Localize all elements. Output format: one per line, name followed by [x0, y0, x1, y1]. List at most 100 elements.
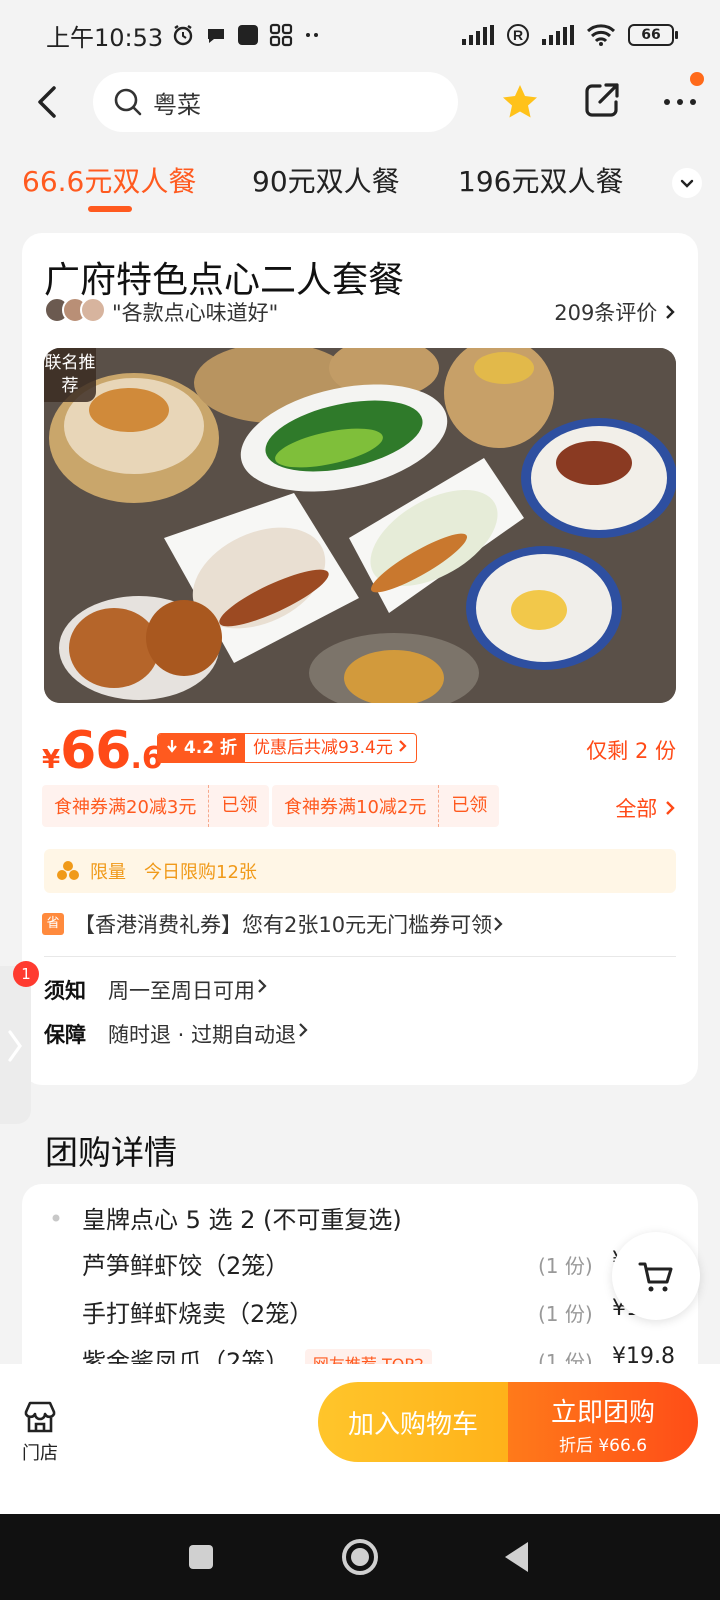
cart-icon	[638, 1262, 673, 1292]
save-icon: 省	[42, 913, 64, 935]
all-coupons-link[interactable]: 全部	[615, 793, 676, 823]
side-drawer-handle[interactable]	[0, 966, 31, 1124]
side-badge: 1	[13, 961, 39, 987]
system-nav-bar	[0, 1514, 720, 1600]
chevron-right-icon	[494, 917, 503, 931]
app-icon	[238, 25, 259, 45]
status-right: R 66	[462, 23, 678, 47]
coupon-label: 食神券满10减2元	[284, 797, 427, 818]
dim-sum-photo	[44, 348, 676, 703]
signal-2-icon	[542, 25, 574, 45]
review-quote: "各款点心味道好"	[112, 301, 279, 325]
buy-now-label: 立即团购	[550, 1398, 655, 1428]
search-icon	[114, 88, 142, 116]
deal-title: 广府特色点心二人套餐	[44, 260, 405, 301]
status-bar: 上午10:53 R 66	[0, 0, 720, 70]
recent-apps-icon[interactable]	[187, 1543, 215, 1571]
price: ¥ 66 .6	[42, 721, 163, 781]
notice-row[interactable]: 须知 周一至周日可用	[44, 975, 269, 1005]
discount-rate: 4.2 折	[158, 734, 245, 762]
buy-now-button[interactable]: 立即团购 折后 ¥66.6	[508, 1382, 698, 1462]
search-query: 粤菜	[153, 90, 201, 119]
detail-item-qty: (1 份)	[538, 1254, 593, 1278]
active-tab-indicator	[88, 206, 132, 212]
tab-90-package[interactable]: 90元双人餐	[252, 160, 400, 200]
chevron-down-icon	[680, 179, 694, 188]
top-nav: 粤菜	[0, 72, 720, 132]
floating-cart-button[interactable]	[612, 1232, 700, 1320]
chevron-right-icon	[666, 305, 675, 319]
review-count: 209条评价	[554, 301, 658, 325]
status-icons	[171, 23, 323, 47]
detail-group-title: 皇牌点心 5 选 2 (不可重复选)	[82, 1206, 402, 1234]
hk-voucher-text: 【香港消费礼券】您有2张10元无门槛券可领	[74, 913, 493, 937]
back-nav-icon[interactable]	[502, 1540, 532, 1574]
chat-icon	[208, 29, 225, 43]
tab-196-package[interactable]: 196元双人餐	[458, 160, 623, 200]
grid-app-icon	[270, 23, 293, 47]
back-icon[interactable]	[28, 82, 68, 122]
reviews-link[interactable]: 209条评价	[554, 297, 676, 327]
bullet-icon	[52, 1214, 60, 1222]
chevron-right-icon	[258, 979, 267, 993]
co-brand-badge: 联名推荐	[44, 348, 96, 402]
coupon-label: 食神券满20减3元	[54, 797, 197, 818]
hk-voucher-row[interactable]: 省 【香港消费礼券】您有2张10元无门槛券可领	[42, 909, 504, 939]
discount-rate-text: 4.2 折	[183, 738, 237, 758]
coupon-status: 已领	[438, 785, 499, 827]
signal-icon	[462, 25, 494, 45]
all-coupons-label: 全部	[615, 797, 658, 821]
store-icon	[24, 1401, 56, 1433]
share-icon[interactable]	[582, 80, 622, 120]
deal-photo[interactable]: 联名推荐	[44, 348, 676, 703]
svg-text:R: R	[513, 27, 523, 43]
buy-now-subprice: 折后 ¥66.6	[558, 1436, 648, 1456]
wifi-icon	[586, 24, 616, 46]
guarantee-row[interactable]: 保障 随时退 · 过期自动退	[44, 1019, 310, 1049]
roaming-icon: R	[507, 24, 529, 46]
more-icon[interactable]	[660, 80, 700, 120]
discount-amount: 优惠后共减93.4元	[245, 734, 416, 762]
limit-text: 今日限购12张	[144, 862, 257, 883]
detail-item-name: 手打鲜虾烧卖（2笼）	[82, 1300, 314, 1328]
status-time: 上午10:53	[46, 23, 164, 52]
purchase-limit-banner: 限量 今日限购12张	[44, 849, 676, 893]
detail-item-qty: (1 份)	[538, 1302, 593, 1326]
coupon-status: 已领	[208, 785, 269, 827]
chevron-right-icon	[666, 801, 675, 815]
guarantee-label: 保障	[44, 1023, 86, 1047]
expand-tabs-button[interactable]	[672, 168, 702, 198]
store-label: 门店	[22, 1443, 58, 1464]
alarm-icon	[173, 25, 193, 46]
package-tabs: 66.6元双人餐 90元双人餐 196元双人餐	[0, 150, 720, 220]
chevron-right-icon	[399, 740, 407, 752]
limited-icon	[57, 861, 79, 880]
discount-tag[interactable]: 4.2 折 优惠后共减93.4元	[157, 733, 418, 763]
detail-item-name: 芦笋鲜虾饺（2笼）	[82, 1252, 290, 1280]
coupon-1[interactable]: 食神券满20减3元 已领	[42, 785, 270, 827]
arrow-down-icon	[167, 740, 177, 753]
notice-label: 须知	[44, 979, 86, 1003]
reviewer-avatars	[44, 297, 106, 323]
add-to-cart-button[interactable]: 加入购物车	[318, 1382, 508, 1462]
coupon-2[interactable]: 食神券满10减2元 已领	[272, 785, 500, 827]
limit-label: 限量	[90, 862, 126, 883]
bottom-action-bar: 门店 加入购物车 立即团购 折后 ¥66.6	[0, 1364, 720, 1514]
favorite-star-icon[interactable]	[500, 82, 540, 122]
search-input[interactable]: 粤菜	[93, 72, 458, 132]
divider	[44, 956, 676, 957]
store-button[interactable]: 门店	[20, 1400, 60, 1465]
notice-text: 周一至周日可用	[108, 979, 255, 1003]
home-icon[interactable]	[340, 1537, 380, 1577]
chevron-right-icon	[8, 1030, 22, 1062]
section-title: 团购详情	[45, 1133, 177, 1172]
battery-icon: 66	[628, 24, 678, 46]
more-notifications-icon	[306, 33, 319, 37]
chevron-right-icon	[299, 1023, 308, 1037]
avatar	[80, 297, 106, 323]
discount-amount-text: 优惠后共减93.4元	[252, 738, 393, 758]
price-integer: 66	[60, 721, 131, 781]
deal-card: 广府特色点心二人套餐 "各款点心味道好" 209条评价 联名推荐 ¥ 66 .6…	[22, 233, 698, 1085]
tab-66-6-package[interactable]: 66.6元双人餐	[22, 160, 196, 200]
remaining-stock: 仅剩 2 份	[586, 739, 676, 763]
